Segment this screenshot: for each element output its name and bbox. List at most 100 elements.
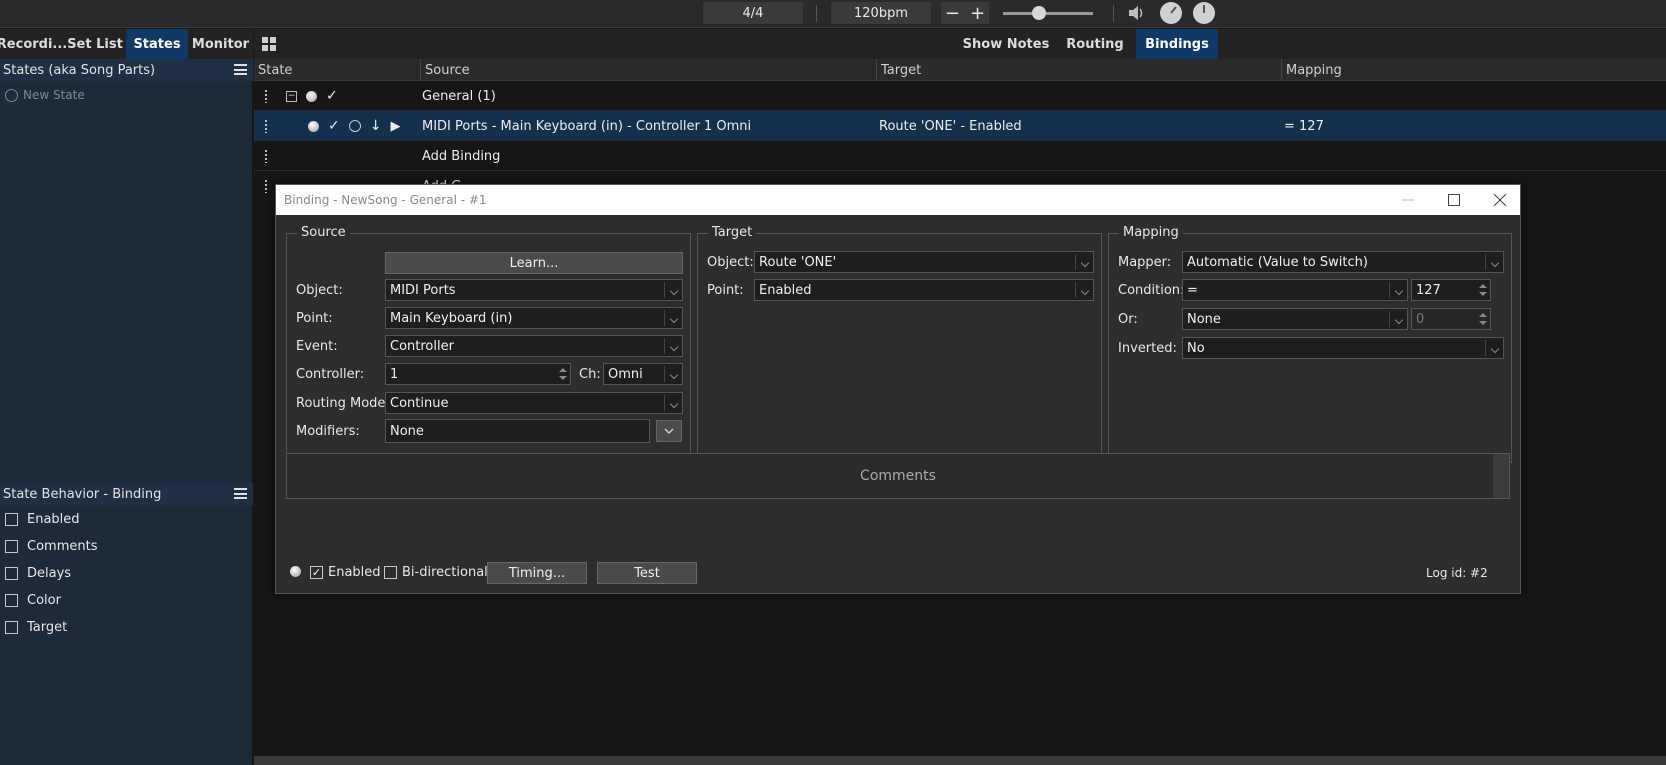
condition-value-spinner[interactable]: 127 [1411,279,1491,301]
checkbox[interactable] [5,620,18,634]
check-icon[interactable]: ✓ [326,88,338,104]
or-select[interactable]: None [1182,308,1408,330]
behavior-label: Comments [27,538,98,554]
tempo-decrease-button[interactable]: − [945,3,960,24]
source-point-select[interactable]: Main Keyboard (in) [385,307,683,329]
column-source[interactable]: Source [420,59,876,81]
horizontal-scrollbar[interactable] [254,756,1666,765]
behavior-enabled[interactable]: Enabled [5,509,80,529]
tab-set-list[interactable]: Set List [64,29,126,59]
mapper-select[interactable]: Automatic (Value to Switch) [1182,251,1504,273]
binding-controls: ✓ ↓ ▶ [308,111,400,141]
status-led-icon [308,120,319,132]
states-menu-icon[interactable] [234,64,247,75]
spinner-value: 1 [390,366,399,382]
binding-mapping: = 127 [1284,118,1324,134]
tab-recordings[interactable]: Recordi... [0,29,67,59]
table-row-group[interactable]: − ✓ General (1) [254,81,1666,111]
comments-scrollbar[interactable] [1493,454,1509,498]
table-row-binding[interactable]: ✓ ↓ ▶ MIDI Ports - Main Keyboard (in) - … [254,111,1666,141]
new-state-label: New State [23,88,85,102]
behavior-comments[interactable]: Comments [5,536,97,556]
behavior-color[interactable]: Color [5,590,61,610]
behavior-label: Enabled [27,511,80,527]
time-signature-field[interactable]: 4/4 [703,2,803,24]
modifiers-field[interactable]: None [385,419,650,443]
maximize-icon[interactable] [1434,185,1474,215]
spinner-value: 0 [1416,311,1425,327]
behavior-delays[interactable]: Delays [5,563,71,583]
channel-select[interactable]: Omni [603,363,683,385]
minimize-icon[interactable] [1388,185,1428,215]
dialog-title: Binding - NewSong - General - #1 [284,193,487,207]
enabled-checkbox-row[interactable]: ✓ Enabled [310,562,381,582]
column-state[interactable]: State [254,59,420,81]
table-row-add-binding[interactable]: Add Binding [254,141,1666,171]
timer-icon[interactable] [348,120,361,132]
target-object-select[interactable]: Route 'ONE' [754,251,1094,273]
behavior-target[interactable]: Target [5,617,67,637]
condition-label: Condition: [1118,283,1185,298]
target-point-select[interactable]: Enabled [754,279,1094,301]
source-event-select[interactable]: Controller [385,335,683,357]
condition-select[interactable]: = [1182,279,1408,301]
select-value: Automatic (Value to Switch) [1187,254,1368,270]
select-value: Main Keyboard (in) [390,310,513,326]
checkbox[interactable] [5,512,18,526]
grid-view-icon[interactable] [262,37,276,51]
tab-states[interactable]: States [126,29,188,59]
divider [1113,5,1114,22]
tempo-field[interactable]: 120bpm [831,2,931,24]
volume-slider-handle[interactable] [1032,6,1046,20]
learn-button[interactable]: Learn... [385,252,683,274]
inverted-select[interactable]: No [1182,337,1504,359]
close-icon[interactable] [1480,185,1520,215]
spin-down-icon [1479,321,1487,325]
drag-handle-icon[interactable] [264,149,268,163]
comments-field[interactable]: Comments [286,453,1510,499]
timing-button[interactable]: Timing... [487,562,587,584]
object-label: Object: [707,255,754,270]
check-icon[interactable]: ✓ [328,118,340,134]
group-source: General (1) [422,88,496,104]
tab-show-notes[interactable]: Show Notes [958,29,1054,59]
bidirectional-checkbox-row[interactable]: Bi-directional [384,562,488,582]
speaker-icon[interactable] [1127,4,1145,22]
spin-up-icon[interactable] [559,368,567,372]
volume-slider[interactable] [1003,12,1093,15]
bidirectional-checkbox[interactable] [384,565,397,579]
modifiers-dropdown-button[interactable] [656,420,682,442]
checkbox[interactable] [5,539,18,553]
routing-mode-select[interactable]: Continue [385,392,683,414]
tab-routing[interactable]: Routing [1054,29,1136,59]
behavior-menu-icon[interactable] [234,488,247,499]
behavior-panel-title: State Behavior - Binding [3,486,162,502]
spin-down-icon[interactable] [559,376,567,380]
drag-handle-icon[interactable] [264,89,268,103]
test-button[interactable]: Test [597,562,697,584]
pan-knob-icon[interactable] [1193,2,1215,24]
column-mapping[interactable]: Mapping [1281,59,1666,81]
gain-knob-icon[interactable] [1160,2,1182,24]
controller-spinner[interactable]: 1 [385,363,571,385]
spin-down-icon[interactable] [1479,292,1487,296]
enabled-checkbox[interactable]: ✓ [310,565,323,579]
drag-handle-icon[interactable] [264,119,268,133]
tempo-stepper: − + [941,2,989,24]
new-state-item[interactable]: New State [5,88,85,102]
arrow-down-icon[interactable]: ↓ [370,118,382,134]
collapse-icon[interactable]: − [286,90,297,102]
bidirectional-label: Bi-directional [402,564,488,580]
checkbox[interactable] [5,566,18,580]
column-target[interactable]: Target [876,59,1281,81]
spin-up-icon[interactable] [1479,284,1487,288]
drag-handle-icon[interactable] [264,179,268,193]
tempo-increase-button[interactable]: + [970,3,985,24]
add-binding-button[interactable]: Add Binding [422,141,500,171]
source-object-select[interactable]: MIDI Ports [385,279,683,301]
play-icon[interactable]: ▶ [390,119,400,134]
checkbox[interactable] [5,593,18,607]
tab-monitor[interactable]: Monitor [188,29,253,59]
tab-bindings[interactable]: Bindings [1136,29,1218,59]
behavior-label: Color [27,592,61,608]
